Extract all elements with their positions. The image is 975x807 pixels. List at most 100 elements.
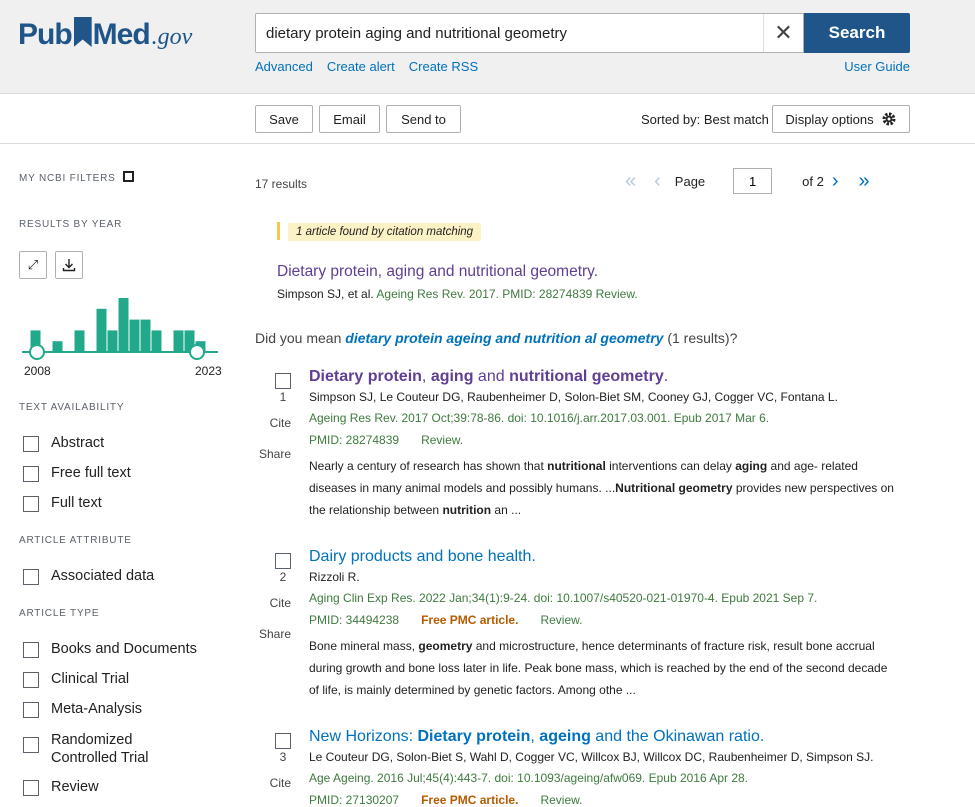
select-article-checkbox[interactable] bbox=[275, 553, 291, 569]
histogram-bar[interactable] bbox=[96, 308, 107, 352]
results-by-year-heading: RESULTS BY YEAR bbox=[19, 219, 123, 230]
histogram-bar[interactable] bbox=[118, 298, 129, 352]
filter-full-text[interactable]: Full text bbox=[23, 495, 102, 512]
article-snippet: Nearly a century of research has shown t… bbox=[309, 455, 894, 521]
article-number: 3 bbox=[279, 750, 287, 764]
filter-label: Review bbox=[51, 779, 99, 795]
filter-label: Associated data bbox=[51, 568, 155, 584]
checkbox[interactable] bbox=[23, 496, 39, 512]
article-journal: Aging Clin Exp Res. 2022 Jan;34(1):9-24.… bbox=[309, 591, 818, 605]
filter-meta-analysis[interactable]: Meta-Analysis bbox=[23, 701, 142, 718]
result-article-1: 1 Cite Share Dietary protein, aging and … bbox=[255, 368, 975, 528]
keyword-highlight: nutritional bbox=[547, 459, 606, 473]
page-number-input[interactable] bbox=[733, 168, 773, 194]
expand-chart-button[interactable]: ⤢ bbox=[19, 251, 47, 279]
article-title[interactable]: New Horizons: Dietary protein, ageing an… bbox=[309, 728, 764, 746]
year-end-label: 2023 bbox=[195, 364, 222, 378]
create-alert-link[interactable]: Create alert bbox=[327, 59, 395, 74]
histogram-bar[interactable] bbox=[129, 319, 140, 352]
email-button[interactable]: Email bbox=[319, 105, 380, 133]
checkbox[interactable] bbox=[23, 780, 39, 796]
article-title[interactable]: Dietary protein, aging and nutritional g… bbox=[309, 368, 668, 386]
share-button[interactable]: Share bbox=[255, 447, 291, 461]
article-snippet: Bone mineral mass, geometry and microstr… bbox=[309, 635, 894, 701]
histogram-bar[interactable] bbox=[74, 330, 85, 352]
article-number: 2 bbox=[279, 570, 287, 584]
did-you-mean-link[interactable]: dietary protein ageing and nutrition al … bbox=[345, 330, 663, 346]
display-options-button[interactable]: Display options bbox=[772, 105, 910, 133]
histogram-bar[interactable] bbox=[107, 330, 118, 352]
select-article-checkbox[interactable] bbox=[275, 733, 291, 749]
keyword-highlight: ageing bbox=[539, 728, 591, 745]
filter-free-full-text[interactable]: Free full text bbox=[23, 465, 131, 482]
did-you-mean-suffix: (1 results)? bbox=[667, 330, 738, 346]
clear-search-button[interactable]: ✕ bbox=[763, 14, 803, 52]
cite-button[interactable]: Cite bbox=[255, 596, 291, 610]
checkbox[interactable] bbox=[23, 436, 39, 452]
cite-button[interactable]: Cite bbox=[255, 416, 291, 430]
share-button[interactable]: Share bbox=[255, 627, 291, 641]
year-range-start-handle[interactable] bbox=[29, 344, 45, 360]
article-attribute-heading: ARTICLE ATTRIBUTE bbox=[19, 535, 132, 546]
create-rss-link[interactable]: Create RSS bbox=[409, 59, 478, 74]
did-you-mean: Did you mean dietary protein ageing and … bbox=[255, 330, 737, 346]
article-pmid: PMID: 34494238 bbox=[309, 613, 400, 627]
save-button[interactable]: Save bbox=[255, 105, 313, 133]
article-authors: Le Couteur DG, Solon-Biet S, Wahl D, Cog… bbox=[309, 750, 874, 764]
results-by-year-chart[interactable] bbox=[20, 290, 220, 360]
keyword-highlight: Dietary protein bbox=[417, 728, 531, 745]
article-title[interactable]: Dairy products and bone health. bbox=[309, 548, 536, 566]
filter-associated-data[interactable]: Associated data bbox=[23, 568, 154, 585]
text-segment: , bbox=[530, 728, 540, 745]
text-segment: . bbox=[663, 368, 669, 385]
last-page-icon[interactable]: » bbox=[859, 170, 870, 193]
filter-review[interactable]: Review bbox=[23, 779, 99, 796]
text-availability-heading: TEXT AVAILABILITY bbox=[19, 402, 125, 413]
checkbox[interactable] bbox=[23, 702, 39, 718]
checkbox[interactable] bbox=[23, 737, 39, 753]
search-sub-links: Advanced Create alert Create RSS bbox=[255, 59, 478, 74]
article-type: Review. bbox=[540, 613, 583, 627]
year-range-end-handle[interactable] bbox=[189, 344, 205, 360]
keyword-highlight: aging bbox=[430, 368, 474, 385]
keyword-highlight: Nutritional geometry bbox=[615, 481, 733, 495]
histogram-bar[interactable] bbox=[173, 330, 184, 352]
citation-match-title[interactable]: Dietary protein, aging and nutritional g… bbox=[277, 263, 598, 281]
filter-randomized-controlled-trial[interactable]: Randomized Controlled Trial bbox=[23, 731, 193, 767]
histogram-bar[interactable] bbox=[52, 341, 63, 352]
histogram-bar[interactable] bbox=[151, 330, 162, 352]
previous-page-icon[interactable]: ‹ bbox=[654, 170, 661, 193]
cite-button[interactable]: Cite bbox=[255, 776, 291, 790]
results-toolbar: Save Email Send to Sorted by: Best match… bbox=[0, 95, 975, 144]
user-guide-link[interactable]: User Guide bbox=[844, 59, 910, 74]
checkbox[interactable] bbox=[23, 569, 39, 585]
checkbox[interactable] bbox=[23, 466, 39, 482]
free-pmc-badge: Free PMC article. bbox=[421, 793, 519, 807]
text-segment: and bbox=[473, 368, 510, 385]
advanced-link[interactable]: Advanced bbox=[255, 59, 313, 74]
filter-abstract[interactable]: Abstract bbox=[23, 435, 104, 452]
download-chart-button[interactable] bbox=[55, 251, 83, 279]
article-pmid: PMID: 28274839 bbox=[309, 433, 400, 447]
article-pmid-row: PMID: 27130207 Free PMC article. Review. bbox=[309, 793, 582, 807]
did-you-mean-prefix: Did you mean bbox=[255, 330, 342, 346]
article-journal: Ageing Res Rev. 2017 Oct;39:78-86. doi: … bbox=[309, 411, 770, 425]
pubmed-logo[interactable]: Pub Med .gov bbox=[18, 14, 192, 54]
filter-books-and-documents[interactable]: Books and Documents bbox=[23, 641, 197, 658]
next-page-icon[interactable]: › bbox=[832, 170, 839, 193]
article-authors: Rizzoli R. bbox=[309, 570, 360, 584]
filter-label: Randomized Controlled Trial bbox=[51, 732, 149, 766]
first-page-icon[interactable]: « bbox=[625, 170, 636, 193]
search-input[interactable] bbox=[256, 15, 761, 51]
my-ncbi-filters[interactable]: MY NCBI FILTERS bbox=[19, 170, 134, 184]
display-options-label: Display options bbox=[785, 111, 874, 127]
text-segment: Nearly a century of research has shown t… bbox=[309, 459, 548, 473]
select-article-checkbox[interactable] bbox=[275, 373, 291, 389]
histogram-bar[interactable] bbox=[140, 319, 151, 352]
send-to-button[interactable]: Send to bbox=[386, 105, 461, 133]
checkbox[interactable] bbox=[23, 642, 39, 658]
checkbox[interactable] bbox=[23, 672, 39, 688]
search-button[interactable]: Search bbox=[804, 13, 910, 53]
filter-clinical-trial[interactable]: Clinical Trial bbox=[23, 671, 129, 688]
page-count: of 2 bbox=[802, 173, 824, 189]
